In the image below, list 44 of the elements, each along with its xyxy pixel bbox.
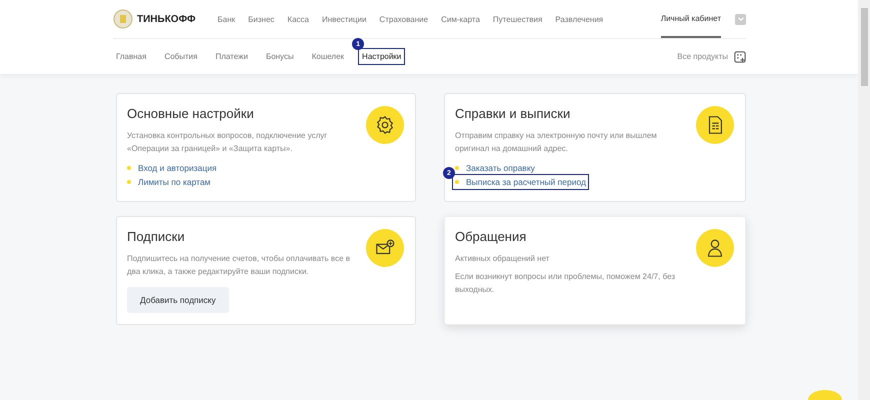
person-icon xyxy=(696,229,734,267)
nav-link[interactable]: Сим-карта xyxy=(441,14,480,24)
envelope-plus-icon xyxy=(366,229,404,267)
nav-link[interactable]: Банк xyxy=(218,14,236,24)
nav-tab[interactable]: Бонусы xyxy=(266,52,294,61)
nav-tab[interactable]: События xyxy=(164,52,198,61)
card-title: Подписки xyxy=(127,229,186,244)
card-description: Установка контрольных вопросов, подключение услуг «Операции за границей» и «Защита карты». xyxy=(127,130,328,155)
dropdown-icon[interactable] xyxy=(735,14,746,24)
link[interactable]: Выписка за расчетный период xyxy=(466,177,586,187)
card-description: Если возникнут вопросы или проблемы, поможем 24/7, без выходных. xyxy=(455,271,676,296)
link[interactable]: Заказать оправку xyxy=(466,163,535,173)
nav-link[interactable]: Инвестиции xyxy=(322,14,366,24)
link[interactable]: Лимиты по картам xyxy=(138,177,211,187)
nav-link[interactable]: Путешествия xyxy=(492,14,542,24)
gear-icon xyxy=(366,106,404,144)
all-products-link[interactable]: Все продукты xyxy=(677,52,728,61)
floating-button[interactable] xyxy=(808,390,842,400)
grid-plus-icon[interactable] xyxy=(734,50,746,62)
add-subscription-button[interactable]: Добавить подписку xyxy=(127,287,229,313)
account-tab[interactable]: Личный кабинет xyxy=(660,0,721,38)
nav-tab[interactable]: Кошелек xyxy=(312,52,344,61)
nav-tab[interactable]: Настройки xyxy=(362,52,402,61)
bullet-icon xyxy=(455,180,459,184)
card-description: Активных обращений нет xyxy=(455,253,550,265)
card-title: Обращения xyxy=(455,229,528,244)
nav-link[interactable]: Бизнес xyxy=(248,14,274,24)
logo-icon xyxy=(113,9,133,29)
link[interactable]: Вход и авторизация xyxy=(138,163,217,173)
card-title: Справки и выписки xyxy=(455,106,572,121)
card-description: Отправим справку на электронную почту или вышлем оригинал на домашний адрес. xyxy=(455,130,658,155)
logo-text[interactable]: ТИНЬКОФФ xyxy=(137,14,196,24)
bullet-icon xyxy=(127,166,131,170)
bullet-icon xyxy=(455,166,459,170)
card-title: Основные настройки xyxy=(127,106,255,121)
nav-link[interactable]: Развлечения xyxy=(555,14,604,24)
card-description: Подпишитесь на получение счетов, чтобы оплачивать все в два клика, а также редактируйте ваши подписки. xyxy=(127,253,351,278)
nav-link[interactable]: Страхование xyxy=(379,14,428,24)
nav-tab[interactable]: Платежи xyxy=(215,52,248,61)
nav-tab[interactable]: Главная xyxy=(116,52,146,61)
scrollbar[interactable] xyxy=(858,0,870,400)
bullet-icon xyxy=(127,180,131,184)
document-icon xyxy=(696,106,734,144)
nav-link[interactable]: Касса xyxy=(287,14,309,24)
